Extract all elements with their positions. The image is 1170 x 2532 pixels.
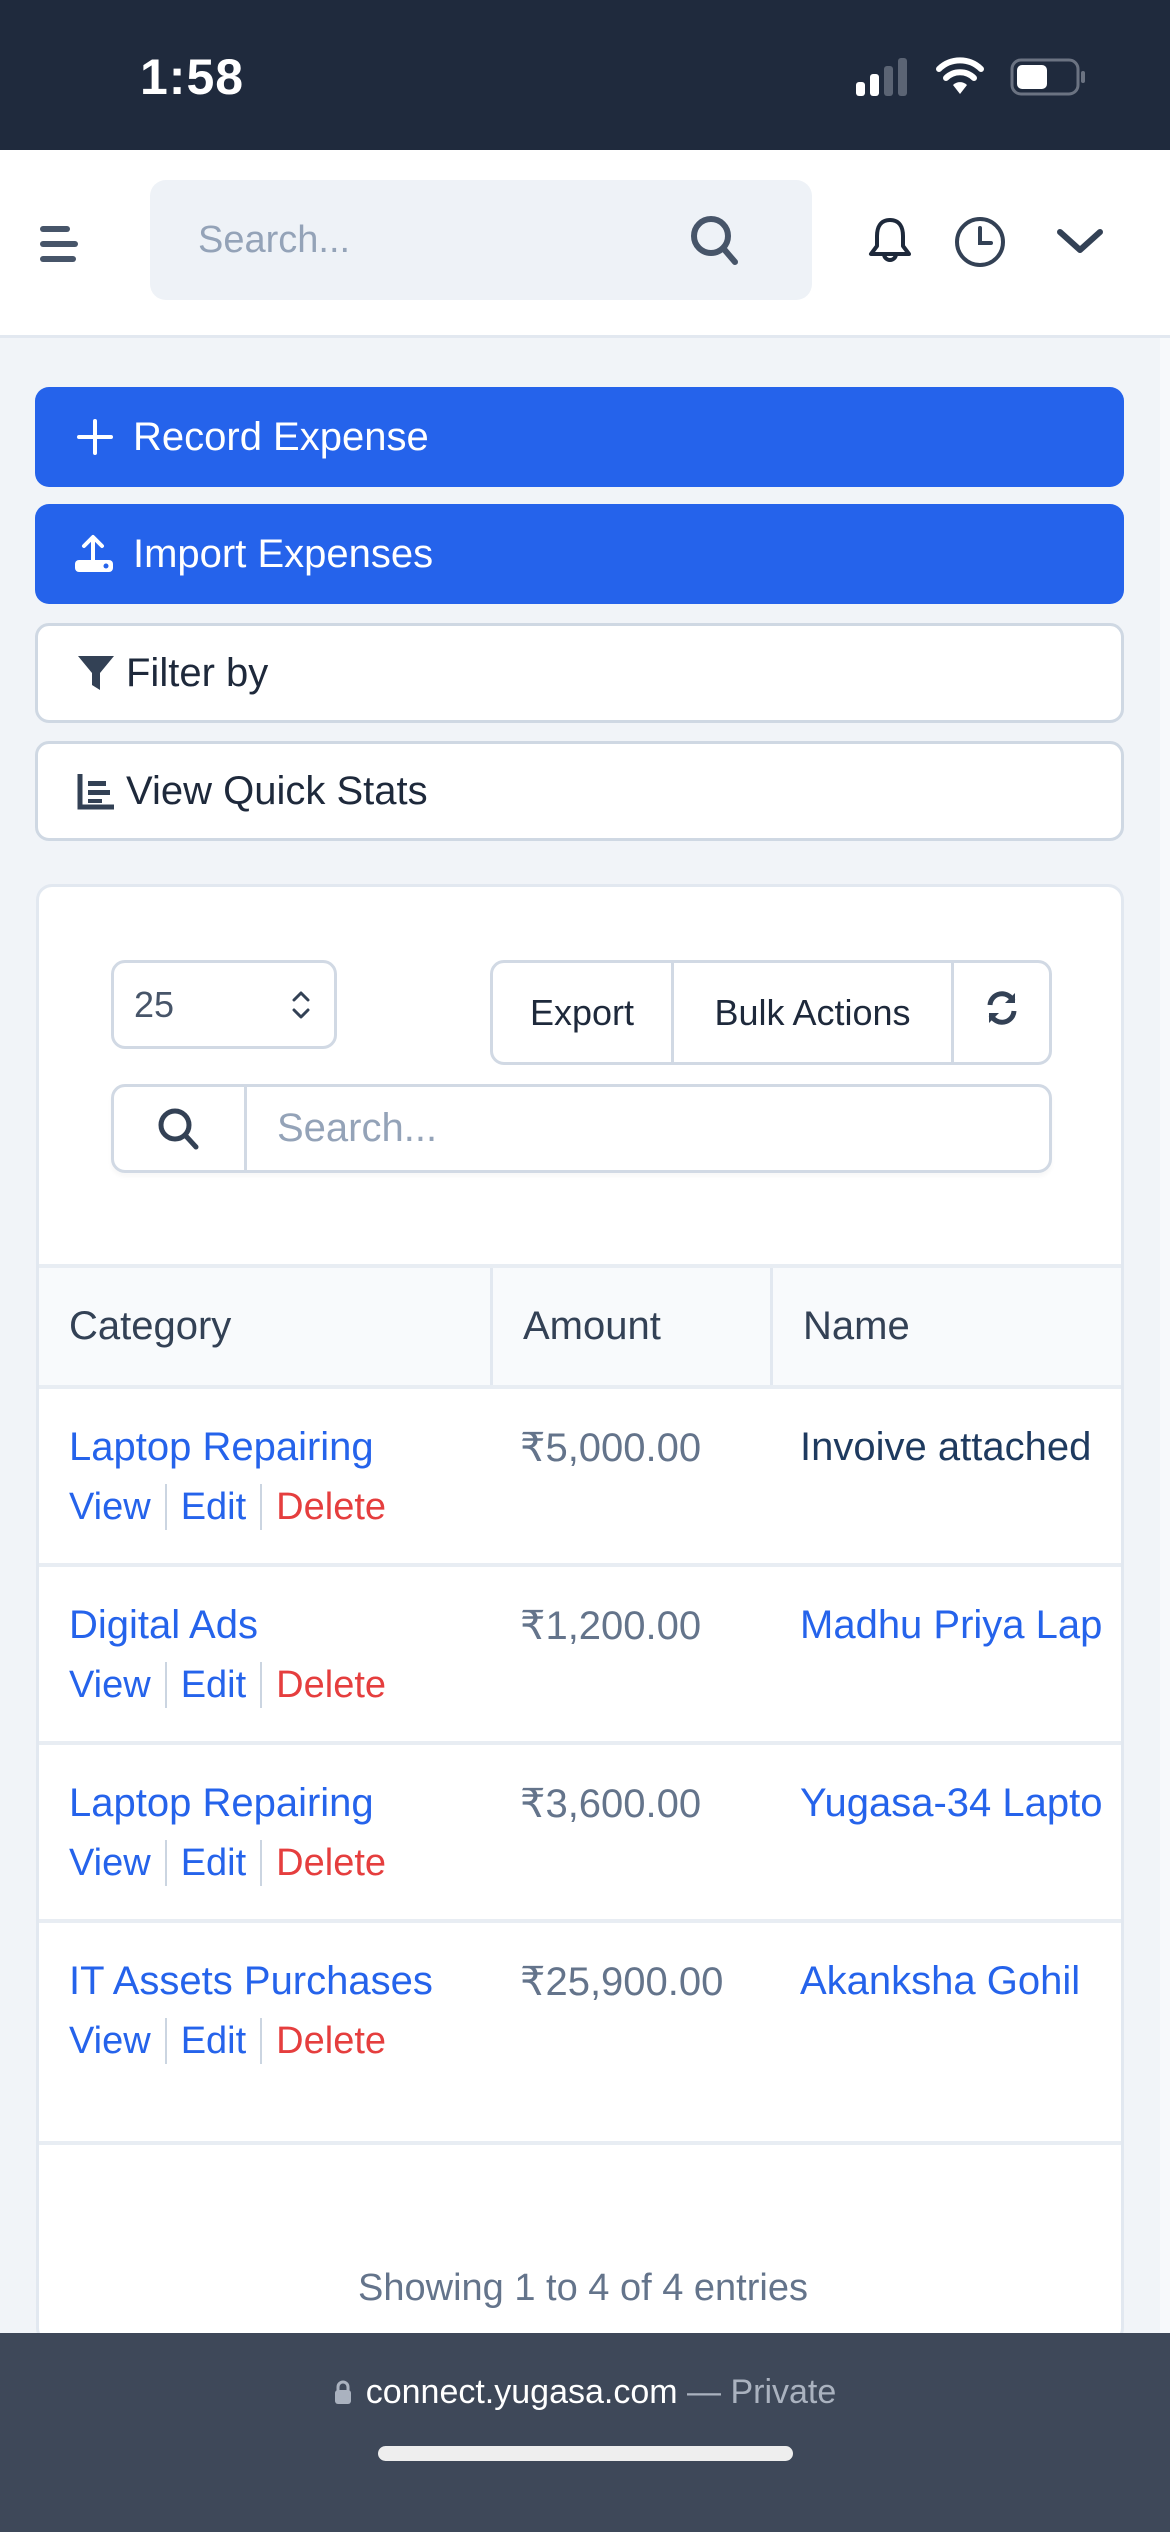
table-row: Laptop Repairing View Edit Delete ₹3,600… xyxy=(39,1745,1121,1923)
amount-cell: ₹3,600.00 xyxy=(520,1782,702,1826)
edit-link[interactable]: Edit xyxy=(181,1486,246,1529)
delete-link[interactable]: Delete xyxy=(276,2020,386,2063)
divider xyxy=(164,1484,167,1530)
name-cell: Invoive attached xyxy=(800,1425,1092,1469)
category-link[interactable]: Laptop Repairing xyxy=(69,1425,490,1470)
chart-bar-icon xyxy=(74,769,118,813)
search-icon[interactable] xyxy=(685,210,745,270)
amount-cell: ₹25,900.00 xyxy=(520,1960,724,2004)
view-link[interactable]: View xyxy=(69,1664,151,1707)
name-link[interactable]: Madhu Priya Lap xyxy=(770,1567,1121,1741)
browser-address-bar[interactable]: connect.yugasa.com — Private xyxy=(0,2333,1170,2532)
export-button[interactable]: Export xyxy=(493,963,671,1062)
refresh-icon xyxy=(982,988,1022,1037)
address-display[interactable]: connect.yugasa.com — Private xyxy=(0,2373,1170,2412)
view-link[interactable]: View xyxy=(69,1486,151,1529)
table-header: Category Amount Name xyxy=(39,1264,1121,1389)
page-length-value: 25 xyxy=(134,983,175,1025)
edit-link[interactable]: Edit xyxy=(181,1842,246,1885)
filter-icon xyxy=(74,651,118,695)
lock-icon xyxy=(334,2375,352,2404)
search-icon xyxy=(114,1087,247,1170)
top-header xyxy=(0,150,1170,338)
divider xyxy=(260,1484,263,1530)
column-header-name[interactable]: Name xyxy=(770,1268,1121,1385)
import-expenses-label: Import Expenses xyxy=(133,531,434,576)
export-label: Export xyxy=(529,991,635,1033)
table-search-input[interactable] xyxy=(247,1087,1049,1170)
bell-icon[interactable] xyxy=(860,212,920,272)
record-expense-label: Record Expense xyxy=(133,414,429,459)
wifi-icon xyxy=(935,56,985,96)
import-expenses-button[interactable]: Import Expenses xyxy=(35,504,1124,604)
divider xyxy=(260,2018,263,2064)
private-label: — Private xyxy=(677,2373,837,2411)
expenses-table-card: 25 Export Bulk Actions Search... Categor… xyxy=(36,884,1124,2344)
home-indicator[interactable] xyxy=(378,2446,793,2461)
delete-link[interactable]: Delete xyxy=(276,1486,386,1529)
divider xyxy=(260,1662,263,1708)
name-link[interactable]: Akanksha Gohil xyxy=(770,1923,1121,2141)
divider xyxy=(164,2018,167,2064)
page-scrollbar-track[interactable] xyxy=(1160,338,1170,2333)
delete-link[interactable]: Delete xyxy=(276,1842,386,1885)
expenses-table: Category Amount Name Laptop Repairing Vi… xyxy=(39,1264,1121,2145)
column-header-category[interactable]: Category xyxy=(39,1268,490,1385)
divider xyxy=(164,1840,167,1886)
table-row: Digital Ads View Edit Delete ₹1,200.00 M… xyxy=(39,1567,1121,1745)
delete-link[interactable]: Delete xyxy=(276,1664,386,1707)
status-time: 1:58 xyxy=(140,49,245,105)
table-row: IT Assets Purchases View Edit Delete ₹25… xyxy=(39,1923,1121,2145)
view-link[interactable]: View xyxy=(69,2020,151,2063)
select-arrows-icon xyxy=(286,985,316,1025)
name-link[interactable]: Yugasa-34 Lapto xyxy=(770,1745,1121,1919)
chevron-down-icon[interactable] xyxy=(1050,212,1110,272)
plus-icon xyxy=(73,415,117,459)
amount-cell: ₹5,000.00 xyxy=(520,1426,702,1470)
category-link[interactable]: Laptop Repairing xyxy=(69,1781,490,1826)
filter-by-button[interactable]: Filter by xyxy=(35,623,1124,723)
bulk-actions-button[interactable]: Bulk Actions xyxy=(671,963,951,1062)
bulk-actions-label: Bulk Actions xyxy=(714,991,911,1033)
category-link[interactable]: Digital Ads xyxy=(69,1603,490,1648)
page-length-select[interactable]: 25 xyxy=(111,960,337,1049)
divider xyxy=(260,1840,263,1886)
upload-icon xyxy=(73,532,117,576)
amount-cell: ₹1,200.00 xyxy=(520,1604,702,1648)
url-domain: connect.yugasa.com xyxy=(365,2373,678,2411)
view-link[interactable]: View xyxy=(69,1842,151,1885)
menu-icon[interactable] xyxy=(40,226,82,262)
divider xyxy=(164,1662,167,1708)
column-header-amount[interactable]: Amount xyxy=(490,1268,770,1385)
table-info: Showing 1 to 4 of 4 entries xyxy=(358,2267,808,2309)
table-button-group: Export Bulk Actions xyxy=(490,960,1052,1065)
table-search xyxy=(111,1084,1052,1173)
global-search xyxy=(150,180,812,300)
view-quick-stats-button[interactable]: View Quick Stats xyxy=(35,741,1124,841)
table-row: Laptop Repairing View Edit Delete ₹5,000… xyxy=(39,1389,1121,1567)
refresh-button[interactable] xyxy=(951,963,1049,1062)
view-quick-stats-label: View Quick Stats xyxy=(126,768,428,813)
global-search-input[interactable] xyxy=(198,180,698,300)
category-link[interactable]: IT Assets Purchases xyxy=(69,1959,490,2004)
signal-icon xyxy=(856,58,908,96)
record-expense-button[interactable]: Record Expense xyxy=(35,387,1124,487)
clock-icon[interactable] xyxy=(950,212,1010,272)
edit-link[interactable]: Edit xyxy=(181,2020,246,2063)
status-bar: 1:58 xyxy=(0,0,1170,150)
edit-link[interactable]: Edit xyxy=(181,1664,246,1707)
battery-icon xyxy=(1010,58,1088,96)
filter-by-label: Filter by xyxy=(126,650,269,695)
